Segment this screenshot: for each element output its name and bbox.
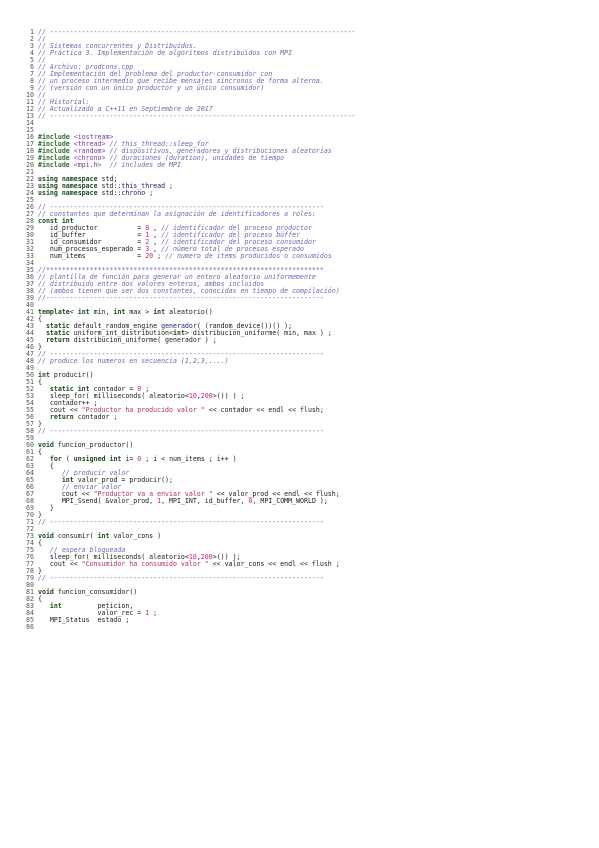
code-token: ; <box>145 189 154 197</box>
code-token: template <box>38 308 70 316</box>
code-token: max > <box>125 308 154 316</box>
code-token: // -------------------------------------… <box>38 574 324 582</box>
code-line: 69 } <box>24 505 356 512</box>
code-token: contador ; <box>73 413 118 421</box>
code-line: 9// (versión con un único productor y un… <box>24 85 356 92</box>
code-token: <mpi.h> <box>73 161 102 169</box>
code-token: funcion_productor() <box>53 441 134 449</box>
code-token: 20 <box>145 252 154 260</box>
code-line: 20 #include <mpi.h> // includes de MPI <box>24 162 356 169</box>
code-token: 10 <box>188 392 197 400</box>
code-line: 68 MPI_Ssend( &valor_prod, 1, MPI_INT, i… <box>24 498 356 505</box>
code-token: num_items = <box>38 252 146 260</box>
code-line: 1// ------------------------------------… <box>24 29 356 36</box>
code-line: 79// -----------------------------------… <box>24 575 356 582</box>
code-token: ( <box>61 455 74 463</box>
code-token: producir() <box>49 371 94 379</box>
code-token: min, <box>89 308 114 316</box>
source-listing-page: 1// ------------------------------------… <box>0 0 599 848</box>
code-token: ; i < num_items ; i++ ) <box>141 455 237 463</box>
code-line: 85 MPI_Status estado ; <box>24 617 356 624</box>
code-token: distribucion_uniforme( generador ) ; <box>69 336 217 344</box>
code-token: << contador << endl << flush; <box>204 406 324 414</box>
code-token: unsigned int <box>73 455 122 463</box>
code-token: // includes de MPI <box>101 161 181 169</box>
code-token: // -------------------------------------… <box>38 28 356 36</box>
code-token: MPI_Status estado ; <box>38 616 130 624</box>
code-line: 13// -----------------------------------… <box>24 113 356 120</box>
code-line: 41 template< int min, int max > int aleat… <box>24 309 356 316</box>
code-line: 24 using namespace std::chrono ; <box>24 190 356 197</box>
code-token: ; <box>149 609 158 617</box>
code-line: 50 int producir() <box>24 372 356 379</box>
code-token: using namespace <box>38 189 102 197</box>
code-token: return <box>49 413 74 421</box>
code-line: 62 for ( unsigned int i= 0 ; i < num_ite… <box>24 456 356 463</box>
code-token: // Práctica 3. Implementación de algorit… <box>38 49 293 57</box>
code-token: int <box>77 308 90 316</box>
code-token: "Consumidor ha consumido valor " <box>81 560 209 568</box>
code-line: 14 <box>24 120 356 127</box>
code-token: return <box>45 336 70 344</box>
code-token: // -------------------------------------… <box>38 112 356 120</box>
code-line: 48// produce los numeros en secuencia (1… <box>24 358 356 365</box>
code-token: consumir( <box>53 532 98 540</box>
code-token: ; <box>153 252 166 260</box>
code-line: 4// Práctica 3. Implementación de algori… <box>24 50 356 57</box>
code-token: int <box>97 532 110 540</box>
code-token: funcion_consumidor() <box>53 588 138 596</box>
line-number: 86 <box>26 623 34 631</box>
code-token: MPI_Ssend( &valor_prod, <box>38 497 158 505</box>
code-line: 56 return contador ; <box>24 414 356 421</box>
code-token: , MPI_INT, id_buffer, <box>161 497 249 505</box>
code-line: 45 return distribucion_uniforme( generad… <box>24 337 356 344</box>
code-line: 58// -----------------------------------… <box>24 428 356 435</box>
code-line: 81 void funcion_consumidor() <box>24 589 356 596</box>
code-token: //--------------------------------------… <box>38 294 324 302</box>
code-token: < <box>69 308 78 316</box>
code-token: ; <box>165 182 174 190</box>
code-token: std:: <box>101 189 122 197</box>
code-line: 71// -----------------------------------… <box>24 519 356 526</box>
code-token: int <box>113 308 126 316</box>
code-token: aleatorio() <box>165 308 213 316</box>
code-token: valor_cons ) <box>109 532 162 540</box>
code-line: 77 cout << "Consumidor ha consumido valo… <box>24 561 356 568</box>
code-listing: 1// ------------------------------------… <box>24 29 356 631</box>
code-token: cout << <box>38 560 82 568</box>
code-token: i= <box>121 455 138 463</box>
code-token: int <box>153 308 166 316</box>
code-token: // -------------------------------------… <box>38 518 324 526</box>
code-line: 39//------------------------------------… <box>24 295 356 302</box>
code-token: // -------------------------------------… <box>38 427 324 435</box>
code-token: , MPI_COMM_WORLD ); <box>252 497 328 505</box>
code-token: // constantes que determinan la asignaci… <box>38 210 316 218</box>
code-token: chrono <box>121 189 146 197</box>
code-token: // (versión con un único productor y un … <box>38 84 265 92</box>
code-token: >()) ) ; <box>212 392 245 400</box>
code-token: 200 <box>200 392 213 400</box>
code-token: // produce los numeros en secuencia (1,2… <box>38 357 229 365</box>
code-token: #include <box>38 161 74 169</box>
code-token: << valor_cons << endl << flush ; <box>208 560 340 568</box>
code-line: 60 void funcion_productor() <box>24 442 356 449</box>
code-line: 33 num_items = 20 ; // numero de items p… <box>24 253 356 260</box>
code-line: 86 <box>24 624 356 631</box>
code-line: 73 void consumir( int valor_cons ) <box>24 533 356 540</box>
code-token: // numero de items producidos o consumid… <box>165 252 332 260</box>
